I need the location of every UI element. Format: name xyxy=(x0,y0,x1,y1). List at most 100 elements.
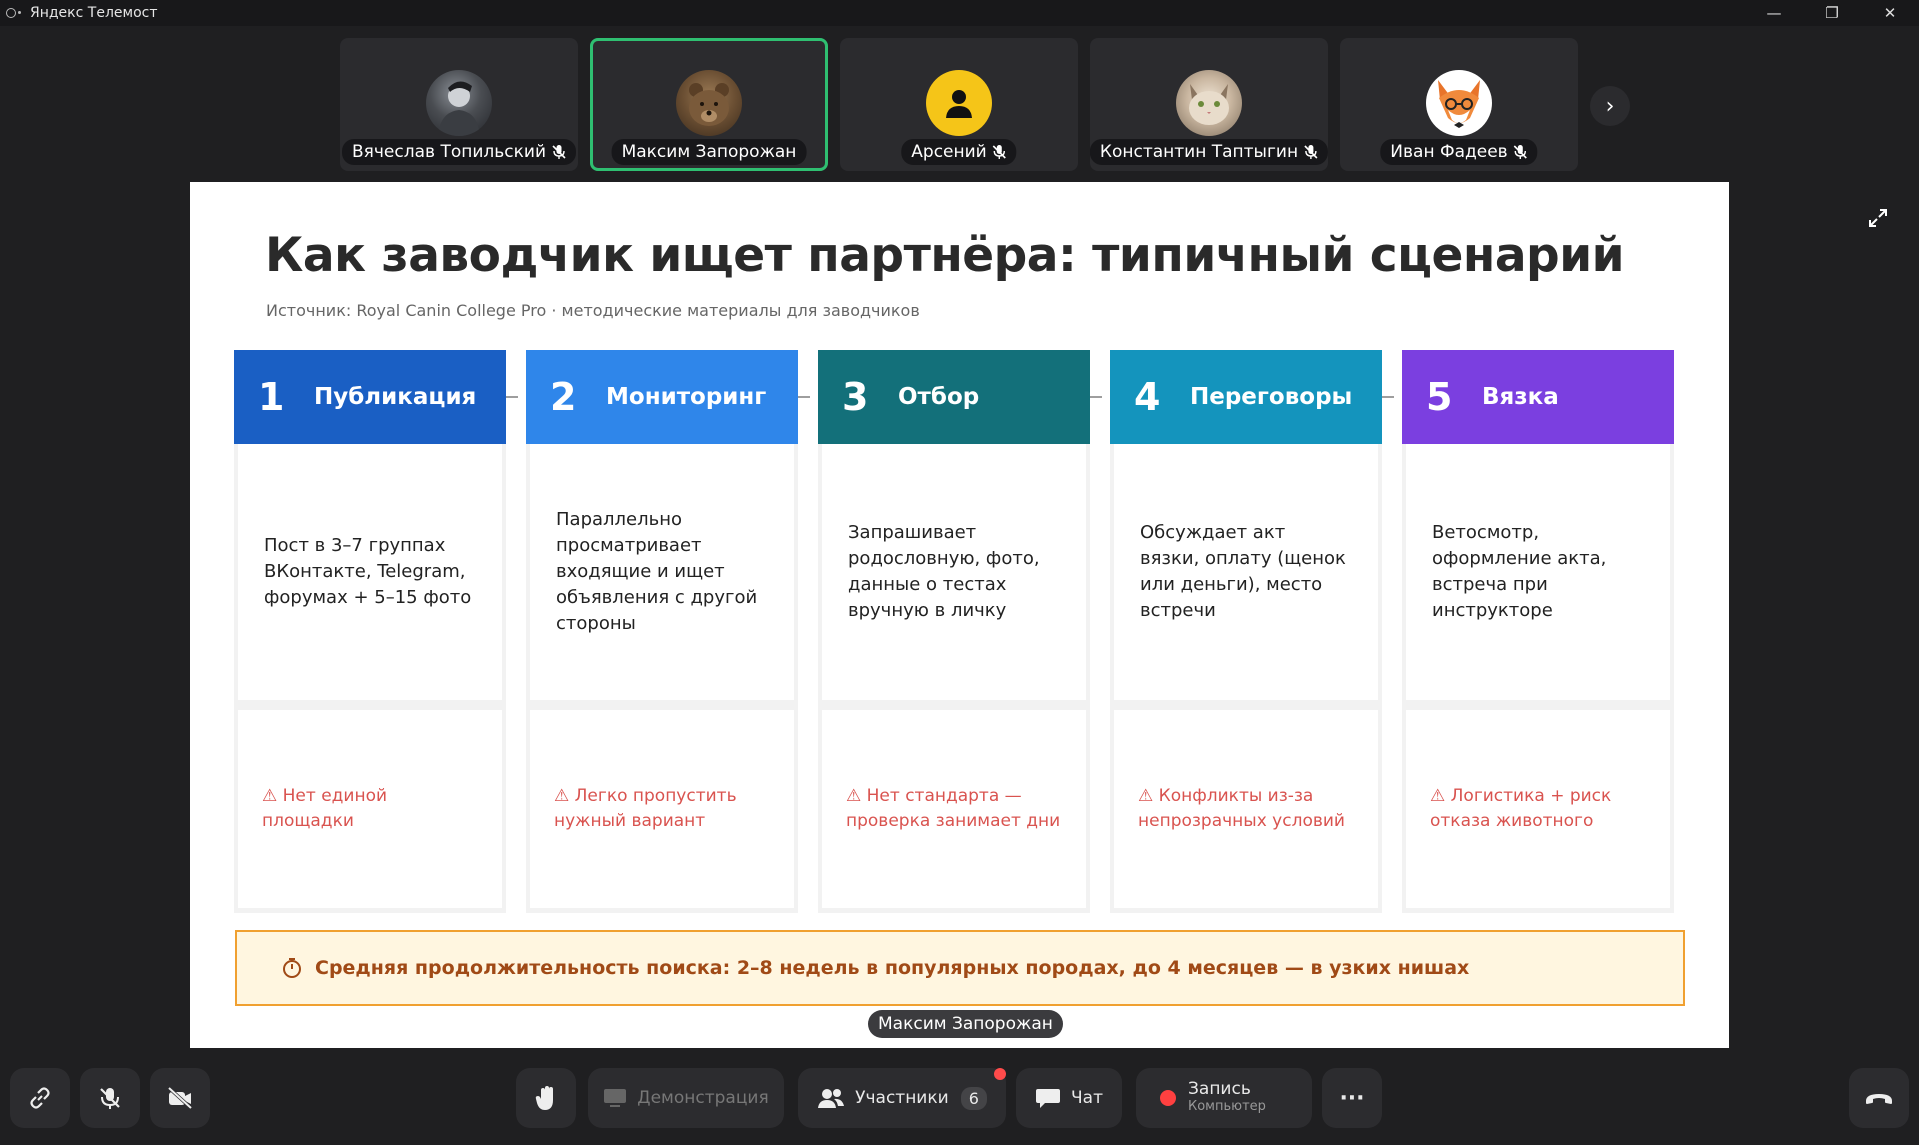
participants-button[interactable]: Участники 6 xyxy=(798,1068,1006,1128)
step-header: 5 Вязка xyxy=(1402,350,1674,444)
link-icon xyxy=(30,1087,50,1109)
chat-button[interactable]: Чат xyxy=(1016,1068,1122,1128)
process-steps: 1 Публикация Пост в 3–7 группах ВКонтакт… xyxy=(234,350,1688,913)
window-titlebar: Яндекс Телемост — ❐ ✕ xyxy=(0,0,1919,26)
mic-off-icon xyxy=(993,145,1007,159)
cat-avatar xyxy=(1176,70,1242,136)
record-label: Запись xyxy=(1188,1079,1251,1099)
step-warning: ⚠ Легко пропустить нужный вариант xyxy=(530,710,794,908)
participants-count-badge: 6 xyxy=(960,1086,987,1110)
raise-hand-button[interactable] xyxy=(516,1068,576,1128)
record-text: Запись Компьютер xyxy=(1188,1080,1266,1116)
participant-tile[interactable]: Иван Фадеев xyxy=(1340,38,1578,171)
screen-share-icon xyxy=(604,1089,627,1107)
record-button[interactable]: Запись Компьютер xyxy=(1136,1068,1312,1128)
summary-banner: Средняя продолжительность поиска: 2–8 не… xyxy=(235,930,1685,1006)
step-name: Переговоры xyxy=(1190,384,1353,410)
photo-avatar xyxy=(426,70,492,136)
expand-icon xyxy=(1869,209,1887,227)
participant-name: Максим Запорожан xyxy=(621,142,797,162)
participant-tile[interactable]: Константин Таптыгин xyxy=(1090,38,1328,171)
step-name: Вязка xyxy=(1482,384,1559,410)
camera-toggle-button[interactable] xyxy=(150,1068,210,1128)
participant-name: Иван Фадеев xyxy=(1390,142,1508,162)
step-name: Отбор xyxy=(898,384,980,410)
next-participants-button[interactable]: › xyxy=(1590,86,1630,126)
slide-source: Источник: Royal Canin College Pro · мето… xyxy=(266,301,920,320)
chat-label: Чат xyxy=(1071,1088,1103,1108)
chat-icon xyxy=(1036,1089,1060,1108)
minimize-button[interactable]: — xyxy=(1745,0,1803,26)
step-header: 1 Публикация xyxy=(234,350,506,444)
summary-text: Средняя продолжительность поиска: 2–8 не… xyxy=(315,957,1470,979)
participant-tile-active-speaker[interactable]: Максим Запорожан xyxy=(590,38,828,171)
step-header: 3 Отбор xyxy=(818,350,1090,444)
step-warning: ⚠ Нет единой площадки xyxy=(238,710,502,908)
notification-dot xyxy=(994,1068,1006,1080)
bear-avatar xyxy=(676,70,742,136)
step-card: 3 Отбор Запрашивает родословную, фото, д… xyxy=(818,350,1090,913)
step-card: 1 Публикация Пост в 3–7 группах ВКонтакт… xyxy=(234,350,506,913)
mic-off-icon xyxy=(100,1088,120,1109)
step-card: 2 Мониторинг Параллельно просматривает в… xyxy=(526,350,798,913)
fox-avatar xyxy=(1426,70,1492,136)
timer-icon xyxy=(283,958,301,978)
step-connector xyxy=(1090,396,1102,398)
window-title: Яндекс Телемост xyxy=(30,5,158,21)
default-user-avatar xyxy=(926,70,992,136)
step-description: Запрашивает родословную, фото, данные о … xyxy=(822,444,1086,700)
record-dot-icon xyxy=(1160,1090,1176,1106)
step-card: 5 Вязка Ветосмотр, оформление акта, встр… xyxy=(1402,350,1674,913)
fullscreen-button[interactable] xyxy=(1858,198,1898,238)
step-number: 4 xyxy=(1134,375,1161,419)
participant-name-chip: Вячеслав Топильский xyxy=(342,139,576,165)
step-name: Мониторинг xyxy=(606,384,767,410)
participants-icon xyxy=(818,1089,845,1108)
shared-slide: Как заводчик ищет партнёра: типичный сце… xyxy=(190,182,1729,1048)
step-warning: ⚠ Нет стандарта — проверка занимает дни xyxy=(822,710,1086,908)
step-card: 4 Переговоры Обсуждает акт вязки, оплату… xyxy=(1110,350,1382,913)
step-number: 3 xyxy=(842,375,869,419)
step-description: Пост в 3–7 группах ВКонтакте, Telegram, … xyxy=(238,444,502,700)
step-description: Обсуждает акт вязки, оплату (щенок или д… xyxy=(1114,444,1378,700)
mic-off-icon xyxy=(552,145,566,159)
participant-name: Вячеслав Топильский xyxy=(352,142,546,162)
step-header: 4 Переговоры xyxy=(1110,350,1382,444)
mic-off-icon xyxy=(1514,145,1528,159)
hang-up-icon xyxy=(1866,1094,1892,1104)
hand-icon xyxy=(535,1086,553,1110)
participants-strip: Вячеслав Топильский Максим Запорожан Арс… xyxy=(340,38,1578,171)
close-button[interactable]: ✕ xyxy=(1861,0,1919,26)
step-number: 5 xyxy=(1426,375,1453,419)
participant-name-chip: Константин Таптыгин xyxy=(1090,139,1328,165)
step-warning: ⚠ Логистика + риск отказа животного xyxy=(1406,710,1670,908)
screen-share-button[interactable]: Демонстрация xyxy=(588,1068,784,1128)
participant-name-chip: Арсений xyxy=(901,139,1017,165)
step-name: Публикация xyxy=(314,384,477,410)
step-warning: ⚠ Конфликты из-за непрозрачных условий xyxy=(1114,710,1378,908)
copy-link-button[interactable] xyxy=(10,1068,70,1128)
step-connector xyxy=(798,396,810,398)
restore-button[interactable]: ❐ xyxy=(1803,0,1861,26)
step-description: Параллельно просматривает входящие и ище… xyxy=(530,444,794,700)
participant-tile[interactable]: Вячеслав Топильский xyxy=(340,38,578,171)
step-description: Ветосмотр, оформление акта, встреча при … xyxy=(1406,444,1670,700)
participant-name: Арсений xyxy=(911,142,987,162)
participants-label: Участники xyxy=(855,1088,949,1108)
participant-name-chip: Иван Фадеев xyxy=(1380,139,1538,165)
leave-call-button[interactable] xyxy=(1849,1068,1909,1128)
slide-title: Как заводчик ищет партнёра: типичный сце… xyxy=(265,228,1625,283)
more-options-button[interactable]: ··· xyxy=(1322,1068,1382,1128)
user-icon xyxy=(946,90,972,118)
window-controls: — ❐ ✕ xyxy=(1745,0,1919,26)
participant-name-chip: Максим Запорожан xyxy=(611,139,807,165)
step-header: 2 Мониторинг xyxy=(526,350,798,444)
microphone-toggle-button[interactable] xyxy=(80,1068,140,1128)
speaker-name-label: Максим Запорожан xyxy=(868,1010,1063,1038)
camera-off-icon xyxy=(167,1086,193,1110)
step-number: 1 xyxy=(258,375,285,419)
participant-tile[interactable]: Арсений xyxy=(840,38,1078,171)
record-target-label: Компьютер xyxy=(1188,1099,1266,1114)
step-connector xyxy=(1382,396,1394,398)
app-logo-icon xyxy=(6,8,21,18)
